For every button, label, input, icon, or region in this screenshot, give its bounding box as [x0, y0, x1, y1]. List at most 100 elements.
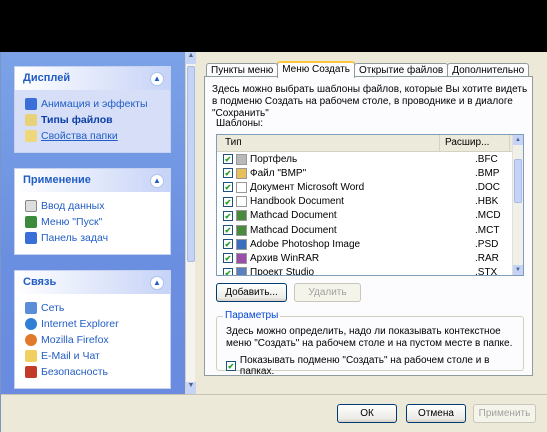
file-type-name: Handbook Document	[250, 196, 344, 208]
title-bar	[0, 0, 547, 52]
panel-connection: Связь ▲ Сеть Internet Explorer Mozilla F…	[14, 270, 171, 389]
panel-body: Сеть Internet Explorer Mozilla Firefox E…	[15, 294, 170, 388]
file-type-icon	[236, 153, 247, 165]
checkbox-icon[interactable]: ✔	[226, 361, 236, 371]
list-item[interactable]: ✔ Файл "BMP" .BMP	[217, 166, 523, 180]
chevron-up-icon[interactable]: ▲	[150, 174, 164, 188]
file-type-name: Портфель	[250, 153, 298, 165]
sidebar-item-start-menu[interactable]: Меню "Пуск"	[25, 214, 162, 230]
list-item[interactable]: ✔ Проект Studio .STX	[217, 266, 523, 276]
sidebar-item-ie[interactable]: Internet Explorer	[25, 316, 162, 332]
checkbox-icon[interactable]: ✔	[223, 154, 233, 165]
taskbar-icon	[25, 232, 37, 244]
file-type-icon	[236, 196, 247, 208]
file-type-name: Mathcad Document	[250, 224, 337, 236]
scroll-thumb[interactable]	[514, 159, 522, 203]
firefox-icon	[25, 334, 37, 346]
file-type-icon	[236, 210, 247, 222]
folder-icon	[25, 130, 37, 142]
file-type-icon	[236, 252, 247, 264]
chevron-up-icon[interactable]: ▲	[150, 276, 164, 290]
scroll-thumb[interactable]	[187, 66, 195, 262]
list-item[interactable]: ✔ Mathcad Document .MCT	[217, 223, 523, 237]
sidebar-item-taskbar[interactable]: Панель задач	[25, 230, 162, 246]
sidebar-item-file-types[interactable]: Типы файлов	[25, 112, 162, 128]
panel-body: Анимация и эффекты Типы файлов Свойства …	[15, 90, 170, 152]
panel-display: Дисплей ▲ Анимация и эффекты Типы файлов…	[14, 66, 171, 153]
sidebar-item-label: Internet Explorer	[41, 318, 119, 330]
file-extension: .DOC	[475, 181, 500, 193]
task-pane-scrollbar[interactable]: ▲ ▼	[185, 52, 196, 394]
sidebar-item-label: Mozilla Firefox	[41, 334, 109, 346]
file-type-name: Проект Studio	[250, 267, 315, 276]
file-extension: .PSD	[475, 238, 499, 250]
scroll-down-arrow-icon[interactable]: ▼	[513, 265, 523, 275]
file-extension: .MCD	[475, 210, 501, 222]
file-type-name: Файл "BMP"	[250, 167, 307, 179]
column-header-ext[interactable]: Расшир...	[440, 135, 510, 151]
list-item[interactable]: ✔ Документ Microsoft Word .DOC	[217, 180, 523, 194]
show-create-submenu-checkbox[interactable]: ✔ Показывать подменю "Создать" на рабоче…	[226, 355, 523, 377]
checkbox-icon[interactable]: ✔	[223, 267, 233, 275]
sidebar-item-folder-options[interactable]: Свойства папки	[25, 128, 162, 144]
checkbox-icon[interactable]: ✔	[223, 253, 233, 264]
checkbox-icon[interactable]: ✔	[223, 196, 233, 207]
file-extension: .MCT	[475, 224, 500, 236]
list-item[interactable]: ✔ Архив WinRAR .RAR	[217, 251, 523, 265]
checkbox-icon[interactable]: ✔	[223, 239, 233, 250]
panel-header[interactable]: Применение ▲	[15, 169, 170, 192]
cancel-button[interactable]: Отмена	[406, 404, 466, 423]
checkbox-icon[interactable]: ✔	[223, 168, 233, 179]
sidebar-item-network[interactable]: Сеть	[25, 300, 162, 316]
panel-header[interactable]: Связь ▲	[15, 271, 170, 294]
ok-button[interactable]: ОК	[337, 404, 397, 423]
column-header-type[interactable]: Тип	[217, 135, 440, 151]
templates-list[interactable]: Тип Расшир... ✔ Портфель .BFC ✔ Файл "BMP" .B…	[216, 134, 524, 276]
chevron-up-icon[interactable]: ▲	[150, 72, 164, 86]
list-scrollbar[interactable]: ▲ ▼	[512, 135, 523, 275]
list-item[interactable]: ✔ Портфель .BFC	[217, 152, 523, 166]
network-icon	[25, 302, 37, 314]
file-extension: .BFC	[475, 153, 498, 165]
scroll-up-arrow-icon[interactable]: ▲	[513, 135, 523, 145]
params-group: Параметры Здесь можно определить, надо л…	[216, 310, 524, 377]
sidebar-item-mail[interactable]: E-Mail и Чат	[25, 348, 162, 364]
file-type-icon	[236, 224, 247, 236]
sidebar-item-label: Безопасность	[41, 366, 108, 378]
apply-button[interactable]: Применить	[473, 404, 536, 423]
file-type-name: Документ Microsoft Word	[250, 181, 365, 193]
checkbox-icon[interactable]: ✔	[223, 210, 233, 221]
file-extension: .BMP	[475, 167, 500, 179]
checkbox-icon[interactable]: ✔	[223, 182, 233, 193]
tab-create-menu[interactable]: Меню Создать	[277, 61, 356, 78]
tab-page: Здесь можно выбрать шаблоны файлов, кото…	[204, 76, 533, 377]
remove-button[interactable]: Удалить	[294, 283, 361, 302]
file-type-icon	[236, 267, 247, 275]
sidebar-item-label: Ввод данных	[41, 200, 105, 212]
task-pane: Дисплей ▲ Анимация и эффекты Типы файлов…	[1, 52, 185, 394]
start-menu-icon	[25, 216, 37, 228]
list-item[interactable]: ✔ Mathcad Document .MCD	[217, 209, 523, 223]
sidebar-item-input[interactable]: Ввод данных	[25, 198, 162, 214]
templates-label: Шаблоны:	[216, 118, 264, 129]
sidebar-item-firefox[interactable]: Mozilla Firefox	[25, 332, 162, 348]
scroll-up-arrow-icon[interactable]: ▲	[186, 52, 196, 64]
file-type-name: Архив WinRAR	[250, 252, 320, 264]
list-item[interactable]: ✔ Adobe Photoshop Image .PSD	[217, 237, 523, 251]
list-item[interactable]: ✔ Handbook Document .HBK	[217, 195, 523, 209]
monitor-icon	[25, 98, 37, 110]
scroll-down-arrow-icon[interactable]: ▼	[186, 382, 196, 394]
mouse-icon	[25, 200, 37, 212]
file-type-icon	[236, 167, 247, 179]
description-text: Здесь можно выбрать шаблоны файлов, кото…	[212, 84, 528, 119]
checkbox-icon[interactable]: ✔	[223, 225, 233, 236]
add-button[interactable]: Добавить...	[216, 283, 287, 302]
file-extension: .STX	[475, 267, 498, 276]
sidebar-item-label: E-Mail и Чат	[41, 350, 100, 362]
sidebar-item-animation[interactable]: Анимация и эффекты	[25, 96, 162, 112]
security-icon	[25, 366, 37, 378]
file-type-name: Adobe Photoshop Image	[250, 238, 361, 250]
panel-header[interactable]: Дисплей ▲	[15, 67, 170, 90]
list-header: Тип Расшир...	[217, 135, 523, 152]
sidebar-item-security[interactable]: Безопасность	[25, 364, 162, 380]
